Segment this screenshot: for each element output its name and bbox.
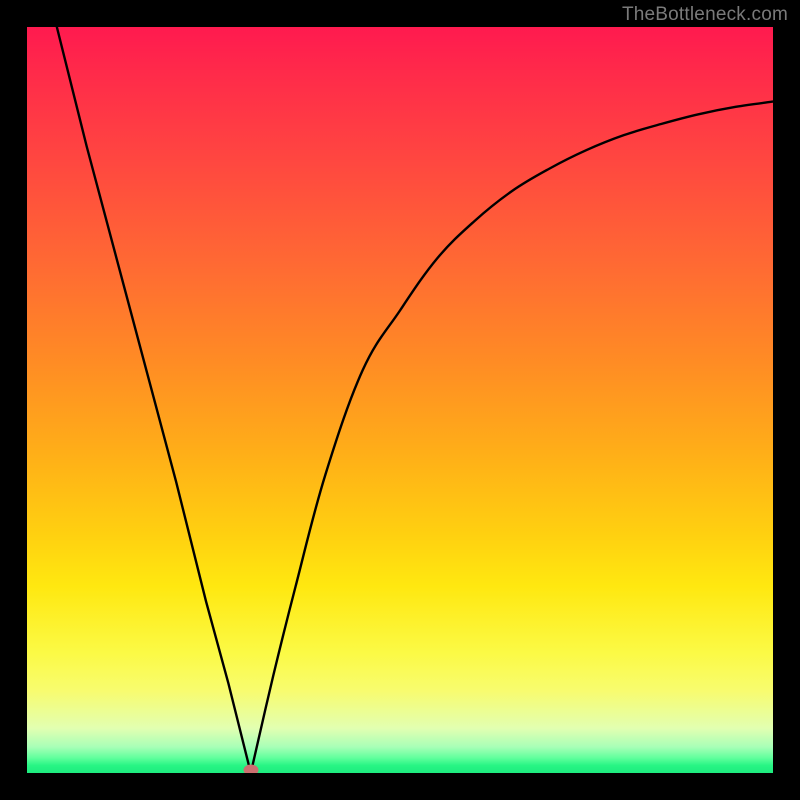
bottleneck-curve bbox=[27, 27, 773, 773]
watermark-text: TheBottleneck.com bbox=[622, 4, 788, 26]
plot-frame bbox=[27, 27, 773, 773]
optimal-point-marker bbox=[243, 765, 258, 774]
